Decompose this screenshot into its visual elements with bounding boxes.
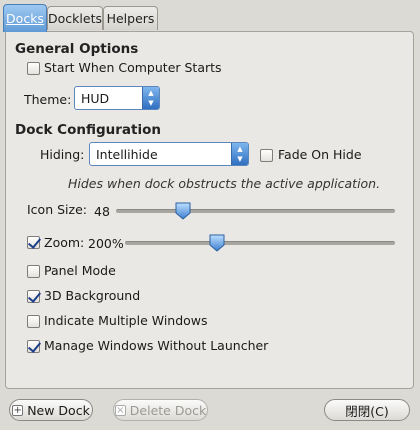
icon-size-slider-thumb[interactable] [175,202,191,220]
general-options-heading: General Options [15,41,139,57]
manage-windows-label: Manage Windows Without Launcher [44,338,269,353]
fade-on-hide-checkbox[interactable] [260,149,273,162]
new-dock-label: New Dock [27,402,90,418]
panel-mode-label: Panel Mode [44,263,116,278]
delete-dock-label: Delete Dock [129,402,207,418]
zoom-slider-thumb[interactable] [209,234,225,252]
zoom-checkbox[interactable] [27,236,40,249]
spin-arrows-icon: ▲ ▼ [142,87,159,109]
hiding-value: Intellihide [96,147,158,162]
tab-helpers[interactable]: Helpers [103,6,158,30]
new-dock-button[interactable]: + New Dock [9,399,93,421]
hiding-label: Hiding: [40,147,85,162]
tab-docks[interactable]: Docks [3,4,47,32]
icon-size-value: 48 [94,204,110,219]
icon-size-label: Icon Size: [27,202,87,217]
zoom-value: 200% [88,236,124,251]
plus-icon: + [12,404,24,416]
hiding-description: Hides when dock obstructs the active app… [68,176,381,191]
close-button[interactable]: 閉閉(C) [324,399,410,421]
start-on-login-label: Start When Computer Starts [44,60,222,75]
3d-background-checkbox[interactable] [27,290,40,303]
delete-icon: × [114,404,126,416]
theme-select[interactable]: HUD ▲ ▼ [74,86,160,110]
3d-background-label: 3D Background [44,288,141,303]
delete-dock-button[interactable]: × Delete Dock [113,399,208,421]
dock-configuration-heading: Dock Configuration [15,122,161,138]
theme-label: Theme: [24,92,72,107]
theme-value: HUD [81,91,110,106]
spin-arrows-icon: ▲ ▼ [231,143,248,165]
close-label: 閉閉(C) [345,403,389,419]
fade-on-hide-label: Fade On Hide [278,147,362,162]
hiding-select[interactable]: Intellihide ▲ ▼ [89,142,249,166]
icon-size-slider-track[interactable] [116,209,395,213]
zoom-label: Zoom: [44,235,85,250]
manage-windows-checkbox[interactable] [27,340,40,353]
start-on-login-checkbox[interactable] [27,62,40,75]
panel-mode-checkbox[interactable] [27,265,40,278]
tab-docklets[interactable]: Docklets [47,6,103,30]
zoom-slider-track[interactable] [125,241,395,245]
indicate-multiple-windows-checkbox[interactable] [27,315,40,328]
indicate-multiple-windows-label: Indicate Multiple Windows [44,313,208,328]
